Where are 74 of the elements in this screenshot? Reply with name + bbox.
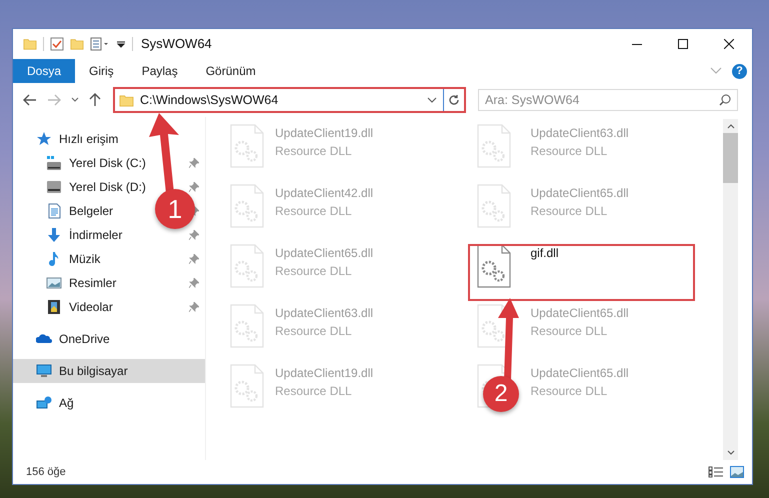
pin-icon [189, 230, 199, 240]
item-count: 156 öğe [26, 464, 67, 480]
details-view-icon[interactable] [708, 466, 724, 478]
ribbon-tab[interactable]: Giriş [75, 59, 128, 83]
sidebar-item[interactable]: Yerel Disk (C:) [69, 154, 146, 172]
close-icon [724, 39, 734, 49]
refresh-icon[interactable] [448, 94, 460, 106]
gear-file-icon [230, 304, 264, 348]
folder-icon [23, 37, 37, 51]
gear-file-icon [230, 364, 264, 408]
sidebar-item[interactable]: Yerel Disk (D:) [69, 178, 146, 196]
monitor-icon [36, 363, 52, 379]
sidebar-item[interactable]: Videolar [69, 298, 113, 316]
chevron-down-icon[interactable] [726, 450, 734, 455]
file-type: Resource DLL [275, 323, 353, 340]
ribbon-tab[interactable]: Dosya [13, 59, 76, 83]
scrollbar[interactable] [723, 119, 738, 460]
gear-file-icon [476, 124, 510, 168]
checkmark-icon[interactable] [50, 37, 64, 51]
large-icons-view-icon[interactable] [730, 466, 744, 478]
properties-icon[interactable] [90, 37, 110, 51]
sidebar-item[interactable]: İndirmeler [69, 226, 122, 244]
file-type: Resource DLL [530, 203, 608, 220]
sidebar-item[interactable]: Müzik [69, 250, 100, 268]
gear-file-icon [230, 124, 264, 168]
drive-icon [46, 179, 62, 195]
dropdown-icon[interactable] [116, 39, 126, 49]
sidebar-item[interactable]: Ağ [59, 394, 74, 412]
document-icon [46, 203, 62, 219]
pin-icon [189, 182, 199, 192]
file-type: Resource DLL [275, 383, 353, 400]
gear-file-icon [230, 244, 264, 288]
sidebar-item[interactable]: Resimler [69, 274, 116, 292]
network-icon [36, 395, 52, 411]
file-type: Resource DLL [275, 263, 353, 280]
ribbon-tab[interactable]: Görünüm [192, 59, 270, 83]
ribbon-tab[interactable]: Paylaş [128, 59, 192, 83]
picture-icon [46, 275, 62, 291]
file-type: Resource DLL [275, 143, 353, 160]
sidebar-item[interactable]: OneDrive [59, 330, 110, 348]
folder-icon [70, 37, 84, 51]
folder-icon [119, 92, 134, 108]
file-type: Resource DLL [275, 203, 353, 220]
pin-icon [189, 158, 199, 168]
download-arrow-icon [46, 227, 62, 243]
gear-file-icon [476, 184, 510, 228]
help-button[interactable]: ? [732, 64, 747, 78]
pin-icon [189, 278, 199, 288]
chevron-down-icon[interactable] [427, 97, 437, 103]
pin-icon [189, 254, 199, 264]
sidebar-item[interactable]: Hızlı erişim [59, 130, 118, 148]
star-icon [36, 131, 52, 147]
window-title: SysWOW64 [141, 35, 213, 54]
search-field[interactable]: Ara: SysWOW64 [478, 89, 738, 111]
sidebar-item[interactable]: Belgeler [69, 202, 114, 220]
maximize-icon [678, 39, 688, 49]
file-type: Resource DLL [530, 383, 608, 400]
back-arrow-icon[interactable] [23, 94, 37, 106]
file-type: Resource DLL [530, 143, 608, 160]
sidebar-item[interactable]: Bu bilgisayar [59, 362, 128, 380]
film-icon [46, 299, 62, 315]
address-path: C:\Windows\SysWOW64 [140, 92, 280, 109]
drive-icon [46, 155, 62, 171]
gear-file-icon [230, 184, 264, 228]
search-icon [719, 94, 731, 106]
gear-file-icon [476, 244, 510, 288]
scrollbar-thumb[interactable] [723, 133, 738, 183]
up-arrow-icon[interactable] [89, 93, 101, 107]
pin-icon [189, 302, 199, 312]
chevron-up-icon[interactable] [726, 124, 734, 129]
file-name[interactable]: gif.dll [530, 244, 559, 262]
chevron-down-icon[interactable] [71, 97, 79, 103]
file-type: Resource DLL [530, 323, 608, 340]
address-field[interactable]: C:\Windows\SysWOW64 [113, 87, 466, 113]
